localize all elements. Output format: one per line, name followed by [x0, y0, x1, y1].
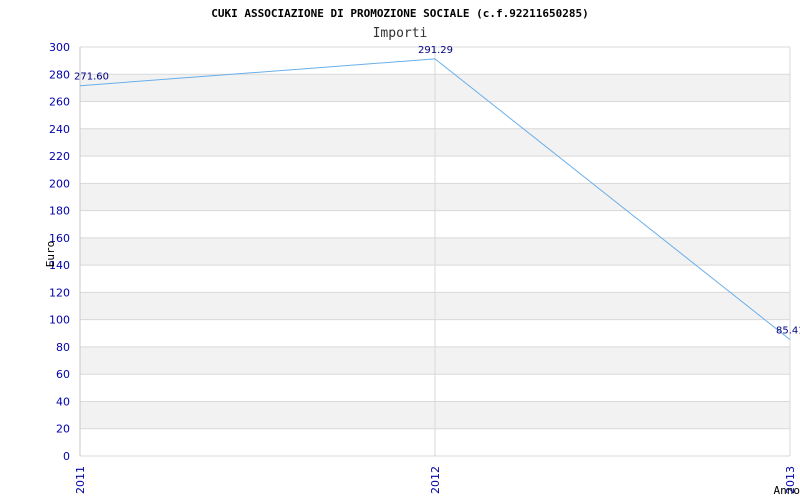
- y-tick-label: 260: [49, 96, 70, 109]
- y-tick-label: 120: [49, 286, 70, 299]
- y-tick-label: 60: [56, 368, 70, 381]
- data-label: 271.60: [74, 72, 109, 83]
- y-tick-label: 280: [49, 68, 70, 81]
- x-tick-label: 2012: [429, 466, 442, 494]
- y-tick-label: 80: [56, 341, 70, 354]
- line-chart: CUKI ASSOCIAZIONE DI PROMOZIONE SOCIALE …: [44, 7, 800, 497]
- x-axis-label: Anno: [774, 484, 800, 497]
- y-tick-label: 240: [49, 123, 70, 136]
- y-tick-label: 220: [49, 150, 70, 163]
- y-tick-label: 100: [49, 314, 70, 327]
- data-label: 291.29: [418, 45, 453, 56]
- y-tick-label: 40: [56, 395, 70, 408]
- chart-title: CUKI ASSOCIAZIONE DI PROMOZIONE SOCIALE …: [211, 7, 589, 20]
- data-label: 85.41: [776, 326, 800, 337]
- chart-subtitle: Importi: [373, 26, 428, 41]
- y-axis-label: Euro: [44, 241, 57, 268]
- plot-bands: [79, 46, 791, 457]
- y-tick-label: 180: [49, 205, 70, 218]
- y-tick-label: 200: [49, 177, 70, 190]
- x-axis-ticks: 2011 2012 2013: [74, 466, 797, 494]
- y-tick-label: 20: [56, 423, 70, 436]
- x-tick-label: 2011: [74, 466, 87, 494]
- y-tick-label: 300: [49, 41, 70, 54]
- y-tick-label: 0: [63, 450, 70, 463]
